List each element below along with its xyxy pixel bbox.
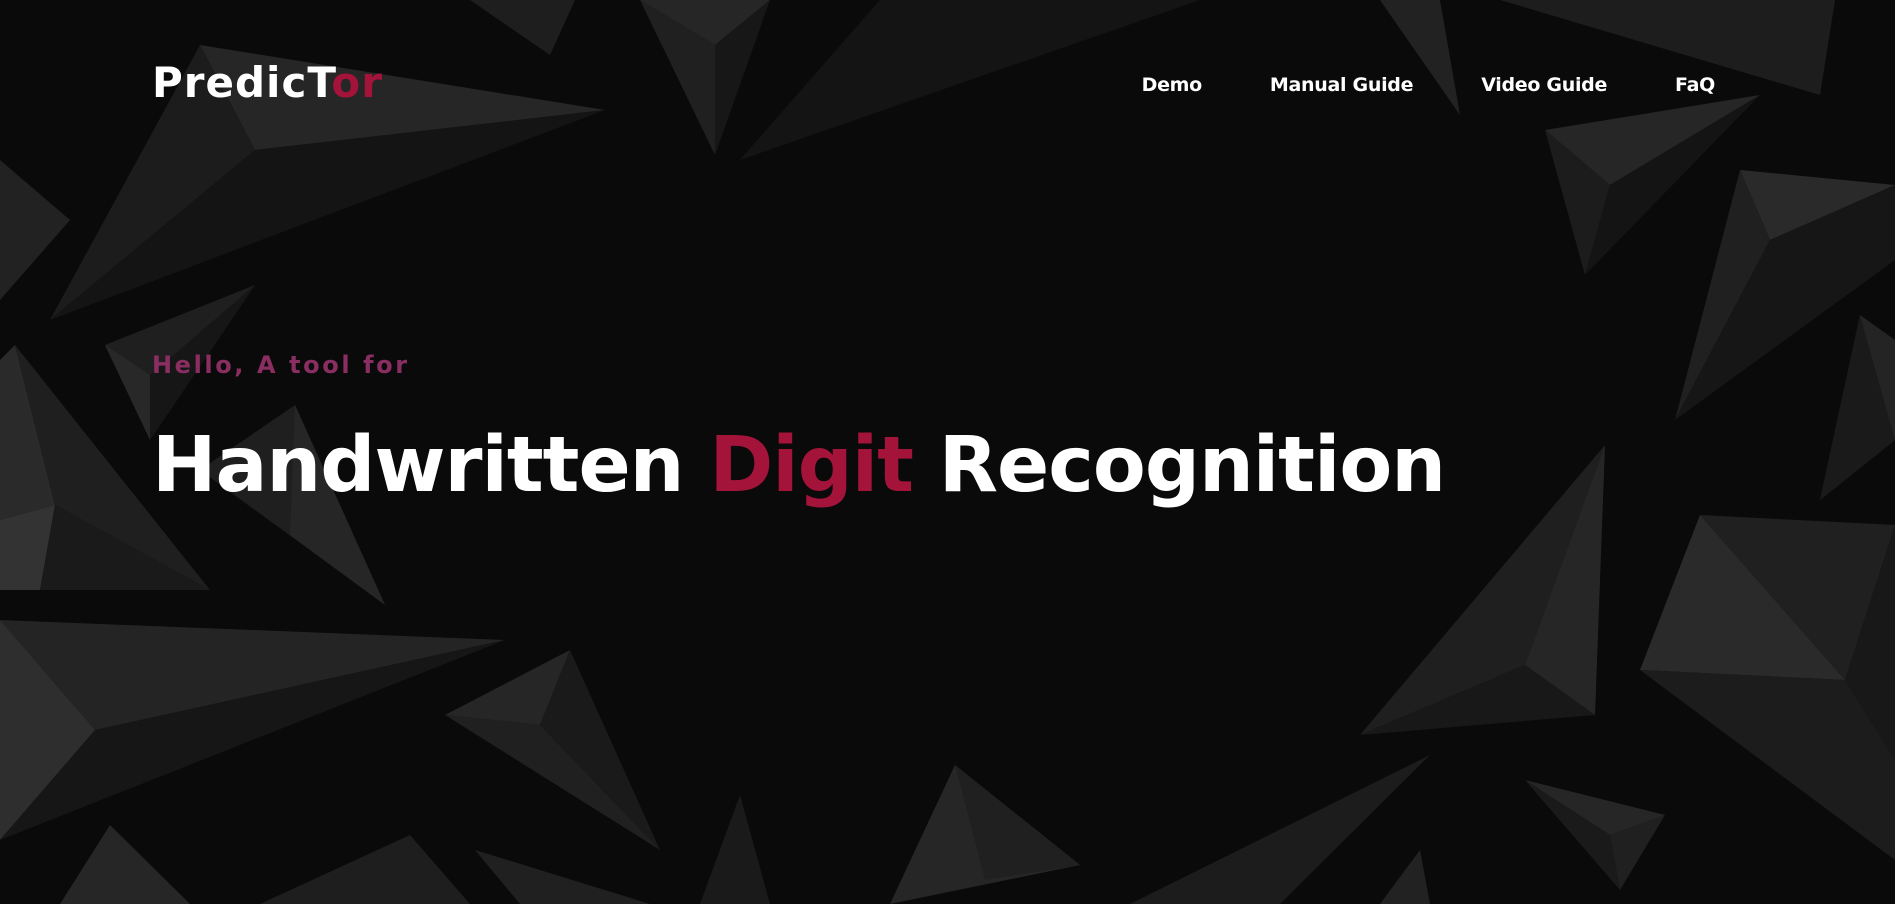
hero-title-part1: Handwritten xyxy=(152,421,684,511)
brand-logo-main: PredicT xyxy=(152,58,332,107)
hero-title: Handwritten Digit Recognition xyxy=(152,421,1446,511)
top-navbar: PredicTor Demo Manual Guide Video Guide … xyxy=(0,0,1895,175)
nav-link-video-guide[interactable]: Video Guide xyxy=(1481,74,1607,96)
nav-link-demo[interactable]: Demo xyxy=(1142,74,1203,96)
hero-title-accent: Digit xyxy=(709,421,914,511)
hero-section: Hello, A tool for Handwritten Digit Reco… xyxy=(152,351,1446,511)
nav-link-faq[interactable]: FaQ xyxy=(1675,74,1715,96)
nav-menu: Demo Manual Guide Video Guide FaQ xyxy=(1142,74,1716,96)
hero-title-part2: Recognition xyxy=(938,421,1446,511)
brand-logo-accent: or xyxy=(331,58,383,107)
hero-eyebrow: Hello, A tool for xyxy=(152,351,410,379)
landing-page: PredicTor Demo Manual Guide Video Guide … xyxy=(0,0,1895,904)
nav-link-manual-guide[interactable]: Manual Guide xyxy=(1270,74,1414,96)
brand-logo[interactable]: PredicTor xyxy=(152,62,383,104)
